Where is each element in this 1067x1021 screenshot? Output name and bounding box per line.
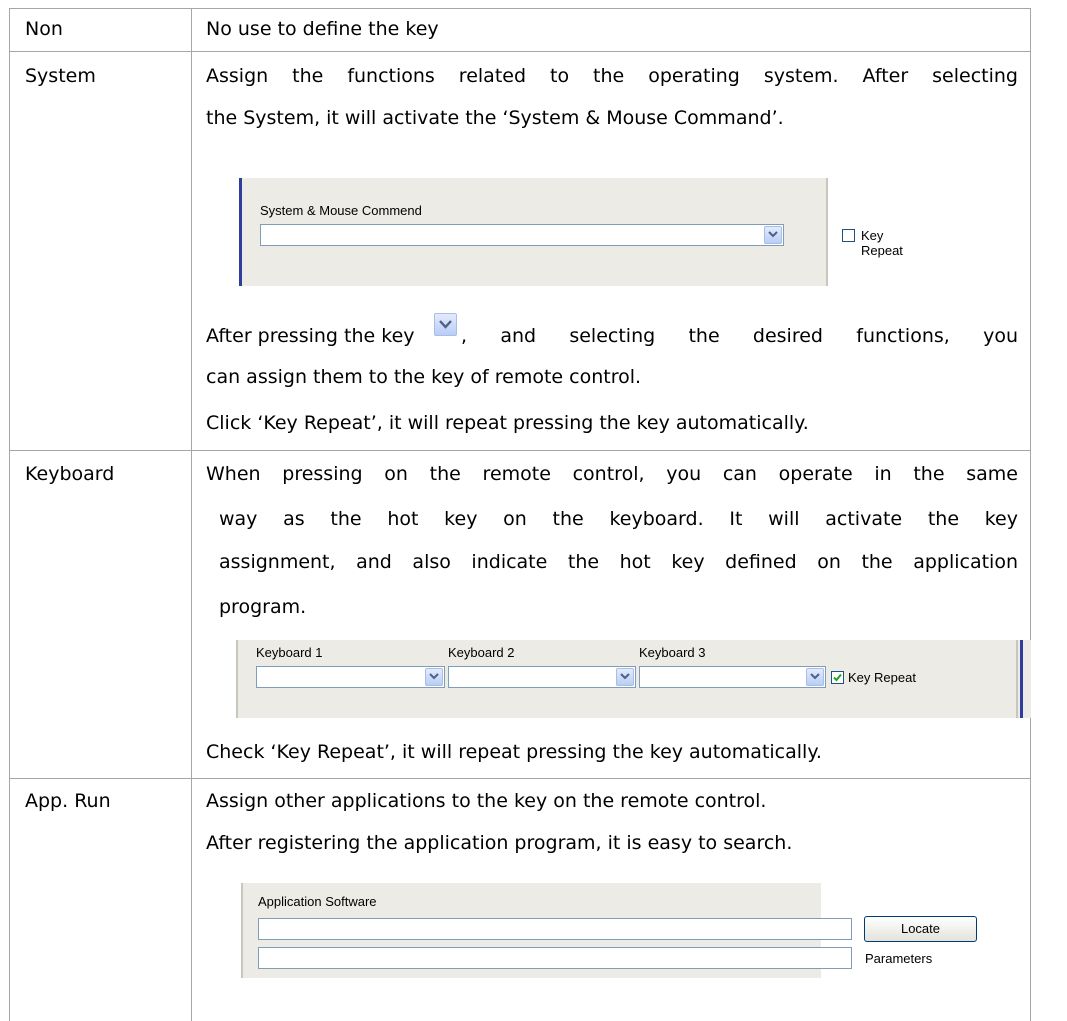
keyboard-2-dropdown[interactable] xyxy=(448,666,636,688)
chevron-down-icon[interactable] xyxy=(616,668,634,686)
locate-button[interactable]: Locate xyxy=(864,916,977,942)
table-row-keyboard: Keyboard When pressing on the remote con… xyxy=(9,451,1031,779)
system-mouse-command-label: System & Mouse Commend xyxy=(260,203,422,218)
application-path-input[interactable] xyxy=(258,918,852,940)
system-mouse-command-panel: System & Mouse Commend Key Repeat xyxy=(239,178,903,286)
chevron-down-icon[interactable] xyxy=(764,226,782,244)
term-label: System xyxy=(25,65,96,87)
dropdown-arrow-icon xyxy=(434,313,457,336)
table-row-system: System Assign the functions related to t… xyxy=(9,52,1031,451)
definition-table: Non No use to define the key System Assi… xyxy=(9,8,1031,1021)
panel-left-edge xyxy=(241,883,243,978)
table-row-non: Non No use to define the key xyxy=(9,8,1031,52)
description-line: After registering the application progra… xyxy=(206,832,793,854)
key-repeat-checkbox[interactable] xyxy=(831,671,844,684)
parameters-input[interactable] xyxy=(258,947,852,969)
description-text: No use to define the key xyxy=(206,18,439,40)
term-label: App. Run xyxy=(25,790,111,812)
term-label: Non xyxy=(25,18,63,40)
description-line: Check ‘Key Repeat’, it will repeat press… xyxy=(206,741,822,763)
description-line: can assign them to the key of remote con… xyxy=(206,366,642,388)
checkmark-icon xyxy=(833,673,842,682)
table-row-app-run: App. Run Assign other applications to th… xyxy=(9,779,1031,1021)
panel-right-edge xyxy=(826,178,828,286)
keyboard-keys-panel: Keyboard 1 Keyboard 2 Keyboard 3 Key Rep… xyxy=(236,640,1031,718)
key-repeat-label: Key Repeat xyxy=(861,228,903,258)
application-software-panel: Application Software Locate Parameters xyxy=(241,883,977,978)
keyboard-1-label: Keyboard 1 xyxy=(256,645,323,660)
keyboard-1-dropdown[interactable] xyxy=(256,666,445,688)
key-repeat-label: Key Repeat xyxy=(848,670,916,685)
description-line: program. xyxy=(219,596,307,618)
description-line: Assign the functions related to the oper… xyxy=(206,65,1018,87)
description-line: , and selecting the desired functions, y… xyxy=(461,325,1018,347)
description-line: Assign other applications to the key on … xyxy=(206,790,767,812)
parameters-label: Parameters xyxy=(865,951,933,966)
term-label: Keyboard xyxy=(25,463,115,485)
panel-accent-bar xyxy=(1020,640,1023,718)
application-software-label: Application Software xyxy=(258,894,377,909)
description-line: When pressing on the remote control, you… xyxy=(206,463,1018,485)
keyboard-3-dropdown[interactable] xyxy=(639,666,826,688)
description-line: assignment, and also indicate the hot ke… xyxy=(219,551,1018,573)
key-repeat-checkbox[interactable] xyxy=(842,229,855,242)
description-line: the System, it will activate the ‘System… xyxy=(206,107,784,129)
description-line: way as the hot key on the keyboard. It w… xyxy=(219,508,1018,530)
panel-left-edge xyxy=(236,640,238,718)
panel-right-edge xyxy=(1016,640,1018,718)
chevron-down-icon[interactable] xyxy=(425,668,443,686)
keyboard-2-label: Keyboard 2 xyxy=(448,645,515,660)
description-line: After pressing the key xyxy=(206,325,415,347)
chevron-down-icon[interactable] xyxy=(806,668,824,686)
system-mouse-command-dropdown[interactable] xyxy=(260,224,784,246)
description-line: Click ‘Key Repeat’, it will repeat press… xyxy=(206,412,809,434)
keyboard-3-label: Keyboard 3 xyxy=(639,645,706,660)
panel-accent-bar xyxy=(239,178,242,286)
